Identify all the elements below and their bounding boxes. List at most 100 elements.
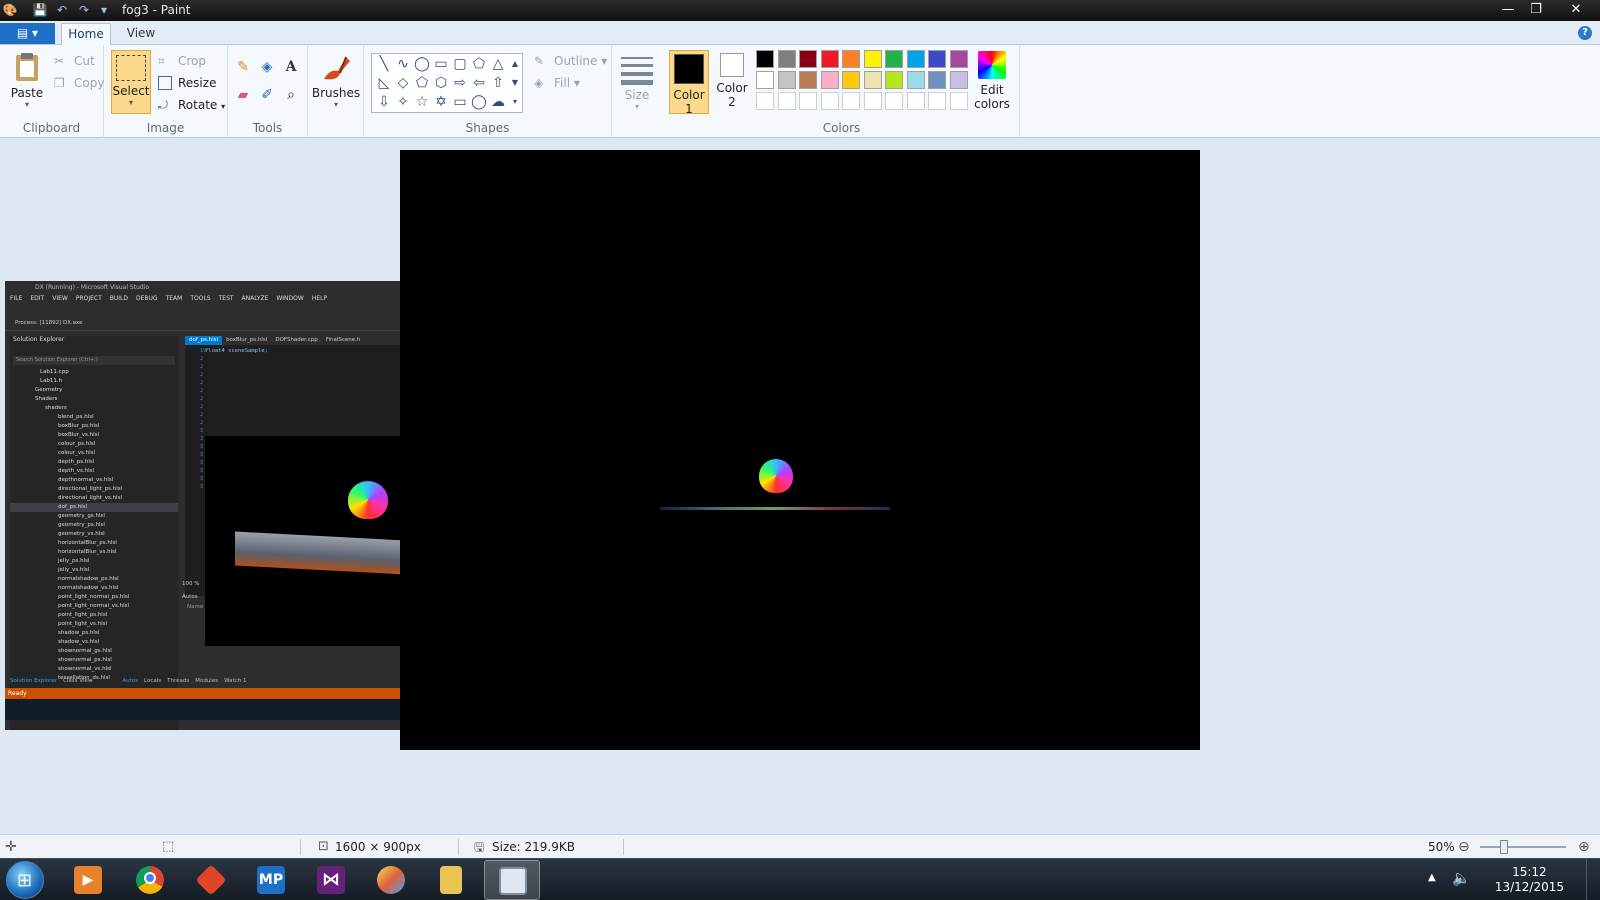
custom-color-slot[interactable] [820, 92, 839, 110]
resize-button[interactable]: Resize [158, 73, 216, 93]
help-icon[interactable]: ? [1578, 26, 1592, 40]
up-arrow-shape-icon[interactable]: ⇧ [488, 73, 508, 93]
palette-color-swatch[interactable] [842, 71, 860, 89]
custom-color-slot[interactable] [799, 92, 817, 110]
rounded-rectangle-shape-icon[interactable]: ▢ [450, 54, 470, 74]
brushes-dropdown-icon[interactable]: ▾ [311, 100, 361, 109]
curve-shape-icon[interactable]: ∿ [393, 54, 413, 74]
right-arrow-shape-icon[interactable]: ⇨ [450, 73, 470, 93]
palette-color-swatch[interactable] [906, 50, 925, 68]
palette-color-swatch[interactable] [777, 50, 796, 68]
volume-icon[interactable]: 🔈 [1452, 869, 1471, 887]
close-button[interactable]: ✕ [1562, 0, 1590, 19]
callout-rect-shape-icon[interactable]: ▭ [450, 92, 470, 112]
fill-button[interactable]: ◈ Fill ▾ [534, 73, 580, 93]
polygon-shape-icon[interactable]: ⬠ [469, 54, 489, 74]
taskbar-visual-studio[interactable]: ⋈ [303, 860, 359, 900]
pencil-icon[interactable]: ✎ [232, 57, 254, 77]
file-menu-button[interactable]: ▤ ▾ [0, 23, 55, 44]
size-button[interactable]: Size ▾ [618, 53, 656, 111]
minimize-button[interactable]: — [1494, 0, 1522, 19]
size-dropdown-icon[interactable]: ▾ [618, 102, 656, 111]
triangle-shape-icon[interactable]: △ [488, 54, 508, 74]
palette-color-swatch[interactable] [906, 71, 925, 89]
edit-colors-button[interactable]: Edit colors [970, 51, 1014, 111]
oval-shape-icon[interactable]: ◯ [412, 54, 432, 74]
taskbar-paint[interactable] [363, 860, 419, 900]
custom-color-slot[interactable] [863, 92, 882, 110]
fill-bucket-icon[interactable]: ◈ [256, 57, 278, 77]
outline-button[interactable]: ✎ Outline ▾ [534, 51, 607, 71]
show-hidden-icons-icon[interactable]: ▲ [1428, 872, 1436, 883]
zoom-slider-track[interactable] [1480, 846, 1566, 848]
copy-button[interactable]: ❐ Copy [54, 73, 104, 93]
text-tool-icon[interactable]: A [280, 57, 302, 77]
pentagon-shape-icon[interactable]: ⬠ [412, 73, 432, 93]
custom-color-slot[interactable] [928, 92, 946, 110]
palette-color-swatch[interactable] [928, 71, 946, 89]
custom-color-slot[interactable] [949, 92, 968, 110]
palette-color-swatch[interactable] [949, 50, 968, 68]
color1-button[interactable]: Color 1 [669, 50, 709, 116]
palette-color-swatch[interactable] [842, 50, 860, 68]
custom-color-slot[interactable] [777, 92, 796, 110]
crop-button[interactable]: ⌗ Crop [158, 51, 206, 71]
taskbar-mp[interactable]: MP [243, 860, 299, 900]
palette-color-swatch[interactable] [928, 50, 946, 68]
cloud-callout-shape-icon[interactable]: ☁ [488, 92, 508, 112]
line-shape-icon[interactable]: ╲ [374, 54, 394, 74]
palette-color-swatch[interactable] [756, 50, 774, 68]
shapes-gallery[interactable]: ╲ ∿ ◯ ▭ ▢ ⬠ △ ◺ ◇ ⬠ ⬡ ⇨ ⇦ ⇧ ⇩ ✧ ☆ ✡ ▭ ◯ [371, 53, 523, 113]
palette-color-swatch[interactable] [756, 71, 774, 89]
tab-home[interactable]: Home [61, 23, 111, 45]
cut-button[interactable]: ✂ Cut [54, 51, 95, 71]
zoom-out-icon[interactable]: ⊖ [1458, 835, 1470, 859]
rectangle-shape-icon[interactable]: ▭ [431, 54, 451, 74]
tab-view[interactable]: View [118, 23, 164, 45]
custom-color-slot[interactable] [842, 92, 860, 110]
palette-color-swatch[interactable] [777, 71, 796, 89]
palette-color-swatch[interactable] [820, 71, 839, 89]
custom-color-slot[interactable] [906, 92, 925, 110]
taskbar-chrome[interactable] [122, 860, 178, 900]
paste-dropdown-icon[interactable]: ▾ [8, 100, 46, 109]
palette-color-swatch[interactable] [885, 71, 903, 89]
select-button[interactable]: Select ▾ [111, 50, 151, 114]
save-icon[interactable]: 💾 [32, 2, 48, 18]
hexagon-shape-icon[interactable]: ⬡ [431, 73, 451, 93]
six-point-star-shape-icon[interactable]: ✡ [431, 92, 451, 112]
five-point-star-shape-icon[interactable]: ☆ [412, 92, 432, 112]
palette-color-swatch[interactable] [799, 50, 817, 68]
start-button[interactable]: ⊞ [6, 861, 44, 899]
rotate-button[interactable]: ⤾ Rotate ▾ [158, 95, 225, 115]
palette-color-swatch[interactable] [799, 71, 817, 89]
canvas-workspace[interactable]: DX (Running) - Microsoft Visual Studio F… [0, 138, 1600, 834]
shapes-scroll-up-icon[interactable]: ▲ [508, 54, 522, 74]
taskbar-active-window[interactable] [484, 860, 540, 900]
palette-color-swatch[interactable] [885, 50, 903, 68]
taskbar-git[interactable] [183, 860, 239, 900]
color-picker-icon[interactable]: ✐ [256, 85, 278, 105]
canvas-image[interactable] [400, 150, 1200, 750]
callout-oval-shape-icon[interactable]: ◯ [469, 92, 489, 112]
color2-button[interactable]: Color 2 [712, 53, 752, 109]
paste-button[interactable]: Paste ▾ [8, 51, 46, 109]
taskbar-explorer[interactable] [423, 860, 479, 900]
undo-icon[interactable]: ↶ [54, 2, 70, 18]
customize-quick-access-icon[interactable]: ▾ [96, 2, 112, 18]
diamond-shape-icon[interactable]: ◇ [393, 73, 413, 93]
shapes-scroll-down-icon[interactable]: ▼ [508, 73, 522, 93]
left-arrow-shape-icon[interactable]: ⇦ [469, 73, 489, 93]
restore-button[interactable]: ❐ [1522, 0, 1550, 19]
paint-app-icon[interactable]: 🎨 [2, 2, 18, 18]
show-desktop-button[interactable] [1586, 859, 1600, 900]
zoom-slider-thumb[interactable] [1500, 840, 1508, 854]
palette-color-swatch[interactable] [820, 50, 839, 68]
taskbar-media-player[interactable]: ▶ [60, 860, 116, 900]
brushes-button[interactable]: Brushes ▾ [311, 51, 361, 109]
custom-color-slot[interactable] [885, 92, 903, 110]
eraser-icon[interactable]: ▰ [232, 85, 254, 105]
palette-color-swatch[interactable] [949, 71, 968, 89]
select-dropdown-icon[interactable]: ▾ [112, 98, 150, 107]
palette-color-swatch[interactable] [863, 71, 882, 89]
